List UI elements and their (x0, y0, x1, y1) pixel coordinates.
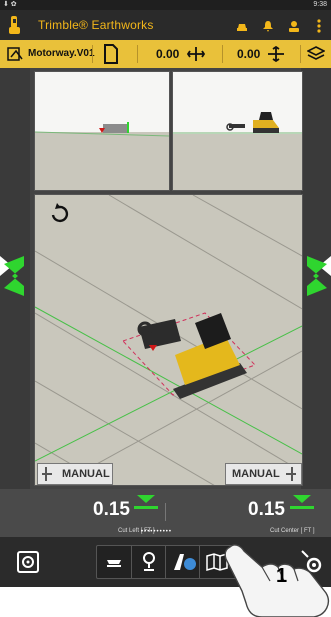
toolbar-divider (300, 45, 301, 63)
surface-guidance-icon (107, 560, 121, 567)
profile-view-right[interactable] (172, 71, 303, 191)
machine-settings-button[interactable] (12, 545, 44, 579)
cut-center-caption: Cut Center [ FT ] (270, 528, 315, 534)
main-view-area: MANUAL MANUAL (0, 68, 331, 489)
vertical-offset-value[interactable]: 0.00 (237, 40, 260, 68)
surface-guidance-button[interactable] (97, 546, 131, 578)
manual-mode-left-button[interactable]: MANUAL (37, 463, 113, 485)
overflow-menu-icon[interactable] (310, 16, 328, 34)
locate-point-button[interactable] (131, 546, 165, 578)
view-perspective-button[interactable] (165, 546, 199, 578)
bell-icon[interactable] (259, 16, 277, 34)
step-number-label: 1 (276, 565, 288, 587)
page-indicator-dots: •••••••••• (141, 529, 173, 535)
layers-icon[interactable] (307, 46, 325, 62)
vertical-offset-icon (268, 46, 284, 62)
app-bar: Trimble® Earthworks (0, 10, 331, 40)
toolbar-divider (137, 45, 138, 63)
manual-mode-right-label: MANUAL (232, 468, 280, 480)
toolbar-divider (92, 45, 93, 63)
toolbar-divider (222, 45, 223, 63)
design-file-icon[interactable] (7, 46, 25, 62)
operator-icon[interactable] (285, 16, 303, 34)
main-3d-view[interactable]: MANUAL MANUAL (34, 194, 303, 486)
design-toolbar: Motorway.V01 0.00 0.00 (0, 40, 331, 68)
profile-view-left[interactable] (34, 71, 170, 191)
manual-mode-left-label: MANUAL (62, 468, 110, 480)
value-divider (165, 503, 166, 521)
right-elevation-indicator-icon (286, 467, 296, 481)
left-guidance-rail (0, 68, 30, 489)
app-title: Trimble® Earthworks (38, 18, 154, 32)
status-time: 9:38 (313, 1, 327, 8)
view-perspective-icon (174, 554, 196, 570)
machine-icon[interactable] (233, 16, 251, 34)
on-grade-right-icon (290, 495, 314, 509)
locate-point-icon (143, 552, 155, 571)
machine-settings-icon (17, 551, 39, 573)
horizontal-offset-value[interactable]: 0.00 (156, 40, 179, 68)
view-mode-selector (96, 545, 240, 579)
guidance-value-bar: 0.15 Cut Left [ FT ] •••••••••• 0.15 Cut… (0, 489, 331, 537)
cut-center-value: 0.15 (248, 499, 285, 520)
left-elevation-indicator-icon (42, 467, 52, 481)
horizontal-offset-icon (187, 47, 205, 61)
right-guidance-rail (301, 68, 331, 489)
status-notification-icons: ⬇ ✿ (3, 1, 17, 8)
on-grade-left-icon (134, 495, 158, 509)
status-bar: ⬇ ✿ 9:38 (0, 0, 331, 10)
left-guidance-arrow-icon (0, 256, 24, 296)
new-document-icon[interactable] (103, 44, 119, 64)
manual-mode-right-button[interactable]: MANUAL (225, 463, 302, 485)
cut-left-value: 0.15 (93, 499, 130, 520)
right-guidance-arrow-icon (307, 256, 331, 296)
trimble-excavator-logo-icon (9, 16, 20, 34)
design-name[interactable]: Motorway.V01 (28, 40, 95, 68)
